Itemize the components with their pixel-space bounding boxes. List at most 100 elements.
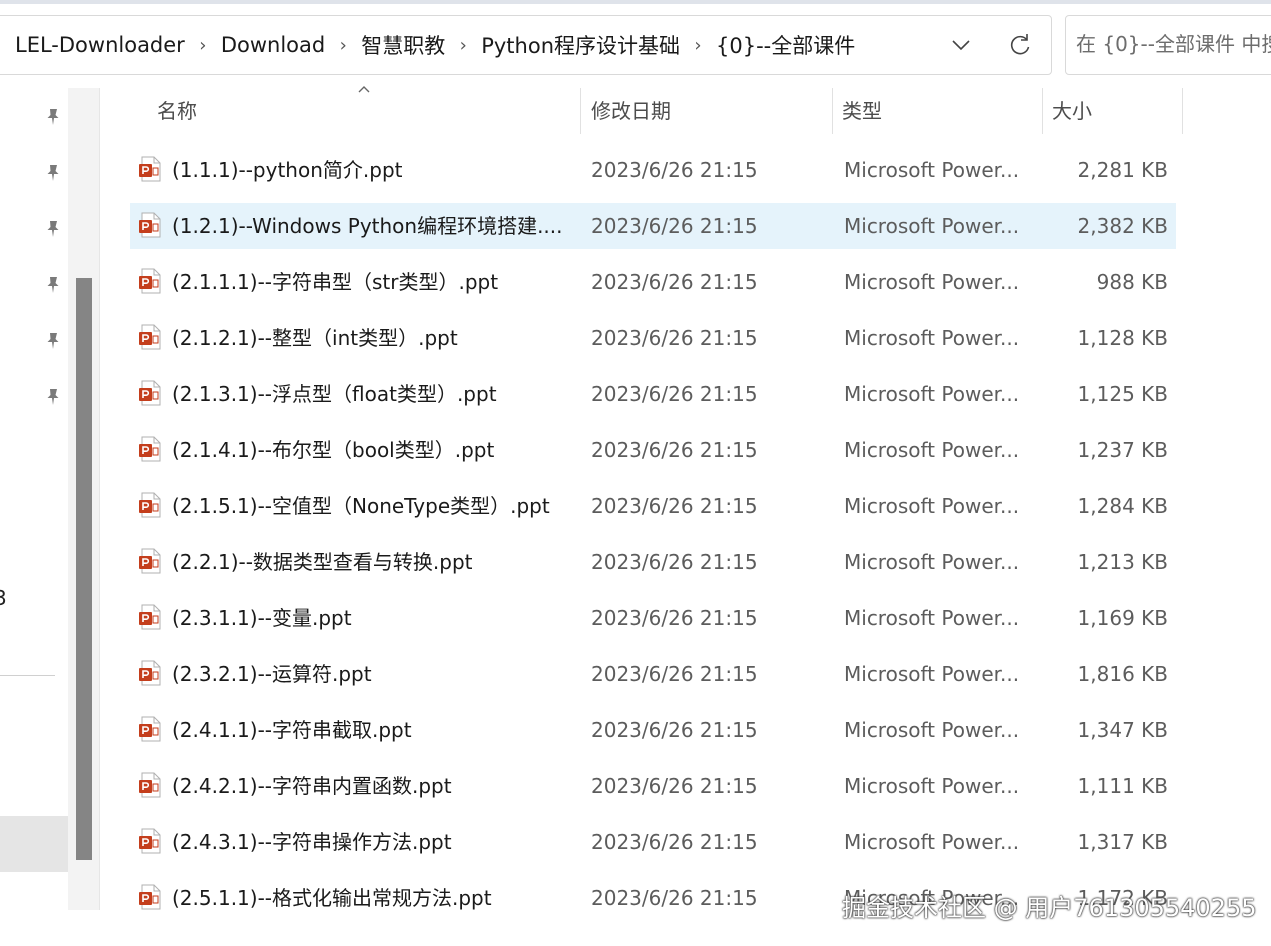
file-row[interactable]: (2.3.1.1)--变量.ppt 2023/6/26 21:15 Microsof…	[130, 590, 1176, 646]
file-name: (2.5.1.1)--格式化输出常规方法.ppt	[172, 886, 492, 910]
file-row[interactable]: (2.1.1.1)--字符串型（str类型）.ppt 2023/6/26 21:1…	[130, 254, 1176, 310]
file-name: (2.4.3.1)--字符串操作方法.ppt	[172, 830, 452, 854]
file-modified-date: 2023/6/26 21:15	[591, 494, 758, 518]
file-type: Microsoft Power...	[844, 606, 1020, 630]
column-divider[interactable]	[1182, 88, 1183, 134]
breadcrumb-item-lel-downloader[interactable]: LEL-Downloader	[15, 33, 185, 57]
file-row[interactable]: (2.1.5.1)--空值型（NoneType类型）.ppt 2023/6/26 …	[130, 478, 1176, 534]
file-size: 1,237 KB	[1077, 438, 1168, 462]
file-name: (2.1.4.1)--布尔型（bool类型）.ppt	[172, 438, 495, 462]
file-name: (2.4.2.1)--字符串内置函数.ppt	[172, 774, 452, 798]
file-name: (2.1.1.1)--字符串型（str类型）.ppt	[172, 270, 499, 294]
address-bar[interactable]: LEL-Downloader › Download › 智慧职教 › Pytho…	[0, 15, 1052, 75]
column-divider[interactable]	[580, 88, 581, 134]
file-modified-date: 2023/6/26 21:15	[591, 662, 758, 686]
column-header-size[interactable]: 大小	[1052, 88, 1092, 134]
ppt-file-icon	[138, 142, 162, 198]
file-size: 1,317 KB	[1077, 830, 1168, 854]
ppt-file-icon	[138, 366, 162, 422]
ppt-file-icon	[138, 814, 162, 870]
pin-icon[interactable]	[42, 330, 64, 352]
file-row[interactable]: (2.4.1.1)--字符串截取.ppt 2023/6/26 21:15 Micro…	[130, 702, 1176, 758]
watermark: 掘金技术社区 @ 用户761305540255	[842, 894, 1257, 922]
ppt-file-icon	[138, 422, 162, 478]
file-row[interactable]: (2.1.4.1)--布尔型（bool类型）.ppt 2023/6/26 21:1…	[130, 422, 1176, 478]
file-modified-date: 2023/6/26 21:15	[591, 214, 758, 238]
file-name: (2.2.1)--数据类型查看与转换.ppt	[172, 550, 473, 574]
navigation-pane: 3	[0, 88, 100, 910]
file-modified-date: 2023/6/26 21:15	[591, 886, 758, 910]
file-row[interactable]: (1.2.1)--Windows Python编程环境搭建.... 2023/6/…	[130, 203, 1176, 249]
breadcrumb: LEL-Downloader › Download › 智慧职教 › Pytho…	[15, 16, 855, 74]
file-modified-date: 2023/6/26 21:15	[591, 382, 758, 406]
breadcrumb-item-download[interactable]: Download	[221, 33, 325, 57]
file-size: 1,169 KB	[1077, 606, 1168, 630]
column-header-date[interactable]: 修改日期	[591, 88, 671, 134]
column-header-row: 名称 修改日期 类型 大小	[130, 88, 1183, 134]
file-name: (1.2.1)--Windows Python编程环境搭建....	[172, 214, 563, 238]
column-divider[interactable]	[1042, 88, 1043, 134]
column-divider[interactable]	[832, 88, 833, 134]
column-header-type[interactable]: 类型	[842, 88, 882, 134]
breadcrumb-separator[interactable]: ›	[445, 35, 481, 56]
address-history-button[interactable]	[947, 30, 975, 60]
file-modified-date: 2023/6/26 21:15	[591, 326, 758, 350]
file-type: Microsoft Power...	[844, 830, 1020, 854]
file-row[interactable]: (2.4.2.1)--字符串内置函数.ppt 2023/6/26 21:15 Mic…	[130, 758, 1176, 814]
ppt-file-icon	[138, 646, 162, 702]
pin-icon[interactable]	[42, 386, 64, 408]
file-type: Microsoft Power...	[844, 774, 1020, 798]
breadcrumb-item-python-course[interactable]: Python程序设计基础	[481, 30, 680, 60]
file-modified-date: 2023/6/26 21:15	[591, 606, 758, 630]
file-name: (2.1.2.1)--整型（int类型）.ppt	[172, 326, 458, 350]
file-size: 1,125 KB	[1077, 382, 1168, 406]
breadcrumb-item-zhihuizhijiao[interactable]: 智慧职教	[361, 30, 445, 60]
file-row[interactable]: (2.1.3.1)--浮点型（float类型）.ppt 2023/6/26 21:…	[130, 366, 1176, 422]
ppt-file-icon	[138, 870, 162, 926]
file-row[interactable]: (1.1.1)--python简介.ppt 2023/6/26 21:15 Micr…	[130, 142, 1176, 198]
nav-divider	[0, 675, 55, 676]
file-type: Microsoft Power...	[844, 326, 1020, 350]
ppt-file-icon	[138, 758, 162, 814]
file-row[interactable]: (2.3.2.1)--运算符.ppt 2023/6/26 21:15 Microso…	[130, 646, 1176, 702]
ppt-file-icon	[138, 203, 162, 259]
file-size: 1,284 KB	[1077, 494, 1168, 518]
file-row[interactable]: (2.1.2.1)--整型（int类型）.ppt 2023/6/26 21:15 M…	[130, 310, 1176, 366]
pin-icon[interactable]	[42, 106, 64, 128]
file-modified-date: 2023/6/26 21:15	[591, 830, 758, 854]
nav-item-fragment[interactable]: 3	[0, 586, 7, 610]
search-box[interactable]	[1065, 15, 1271, 75]
file-modified-date: 2023/6/26 21:15	[591, 438, 758, 462]
breadcrumb-item-all-slides[interactable]: {0}--全部课件	[716, 30, 855, 60]
breadcrumb-separator[interactable]: ›	[325, 35, 361, 56]
refresh-icon	[1010, 34, 1030, 55]
pin-icon[interactable]	[42, 274, 64, 296]
file-modified-date: 2023/6/26 21:15	[591, 158, 758, 182]
file-size: 1,816 KB	[1077, 662, 1168, 686]
pin-icon[interactable]	[42, 218, 64, 240]
file-size: 1,213 KB	[1077, 550, 1168, 574]
search-input[interactable]	[1076, 32, 1271, 56]
breadcrumb-separator[interactable]: ›	[680, 35, 716, 56]
refresh-button[interactable]	[1005, 30, 1035, 60]
breadcrumb-separator[interactable]: ›	[185, 35, 221, 56]
file-name: (2.3.1.1)--变量.ppt	[172, 606, 352, 630]
pin-icon[interactable]	[42, 162, 64, 184]
file-size: 2,382 KB	[1077, 214, 1168, 238]
file-size: 1,111 KB	[1077, 774, 1168, 798]
file-type: Microsoft Power...	[844, 158, 1020, 182]
column-header-name[interactable]: 名称	[157, 88, 197, 134]
file-type: Microsoft Power...	[844, 662, 1020, 686]
file-row[interactable]: (2.4.3.1)--字符串操作方法.ppt 2023/6/26 21:15 Mic…	[130, 814, 1176, 870]
file-type: Microsoft Power...	[844, 718, 1020, 742]
file-list: (1.1.1)--python简介.ppt 2023/6/26 21:15 Micr…	[130, 142, 1176, 926]
file-modified-date: 2023/6/26 21:15	[591, 718, 758, 742]
file-size: 1,347 KB	[1077, 718, 1168, 742]
title-strip	[0, 0, 1271, 4]
file-type: Microsoft Power...	[844, 214, 1020, 238]
file-name: (2.4.1.1)--字符串截取.ppt	[172, 718, 412, 742]
file-row[interactable]: (2.2.1)--数据类型查看与转换.ppt 2023/6/26 21:15 Mic…	[130, 534, 1176, 590]
nav-item-selected[interactable]	[0, 816, 68, 872]
chevron-down-icon	[952, 40, 970, 51]
ppt-file-icon	[138, 478, 162, 534]
